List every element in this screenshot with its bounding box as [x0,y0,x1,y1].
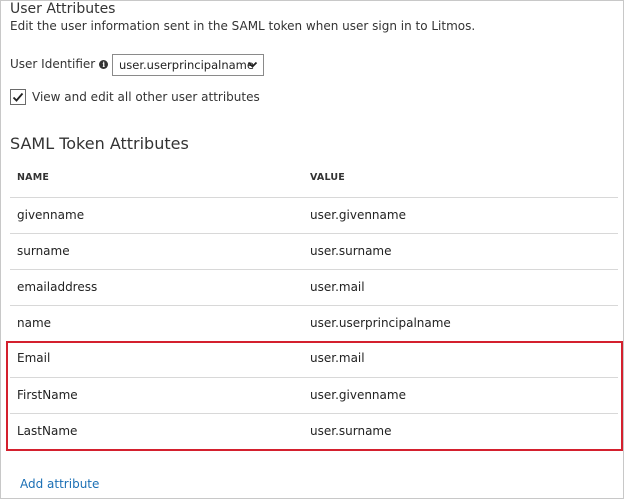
user-identifier-label-group: User Identifier i [10,57,109,71]
attribute-value: user.userprincipalname [310,316,451,330]
attribute-name: surname [17,244,70,258]
view-all-attributes-checkbox[interactable] [10,89,26,105]
user-identifier-select[interactable]: user.userprincipalname [112,54,264,76]
attribute-name: emailaddress [17,280,98,294]
attribute-name: name [17,316,52,330]
user-identifier-value: user.userprincipalname [119,58,254,72]
chevron-down-icon [247,59,258,73]
table-row[interactable]: surname user.surname [10,233,618,269]
attribute-value: user.givenname [310,208,406,222]
view-all-attributes-label: View and edit all other user attributes [32,90,260,104]
attribute-value: user.surname [310,244,392,258]
info-icon[interactable]: i [99,59,109,69]
column-header-name: NAME [17,172,50,183]
table-row[interactable]: name user.userprincipalname [10,305,618,341]
highlight-box [6,341,623,451]
table-row[interactable]: emailaddress user.mail [10,269,618,305]
section-description: Edit the user information sent in the SA… [10,19,476,33]
user-identifier-label: User Identifier [10,57,96,71]
section-title: User Attributes [10,1,116,17]
table-row[interactable]: givenname user.givenname [10,197,618,233]
view-all-attributes-row: View and edit all other user attributes [10,89,260,105]
attribute-value: user.mail [310,280,365,294]
saml-token-attributes-title: SAML Token Attributes [10,134,189,153]
attribute-name: givenname [17,208,85,222]
checkmark-icon [12,92,24,102]
add-attribute-link[interactable]: Add attribute [20,477,99,491]
column-header-value: VALUE [310,172,345,183]
